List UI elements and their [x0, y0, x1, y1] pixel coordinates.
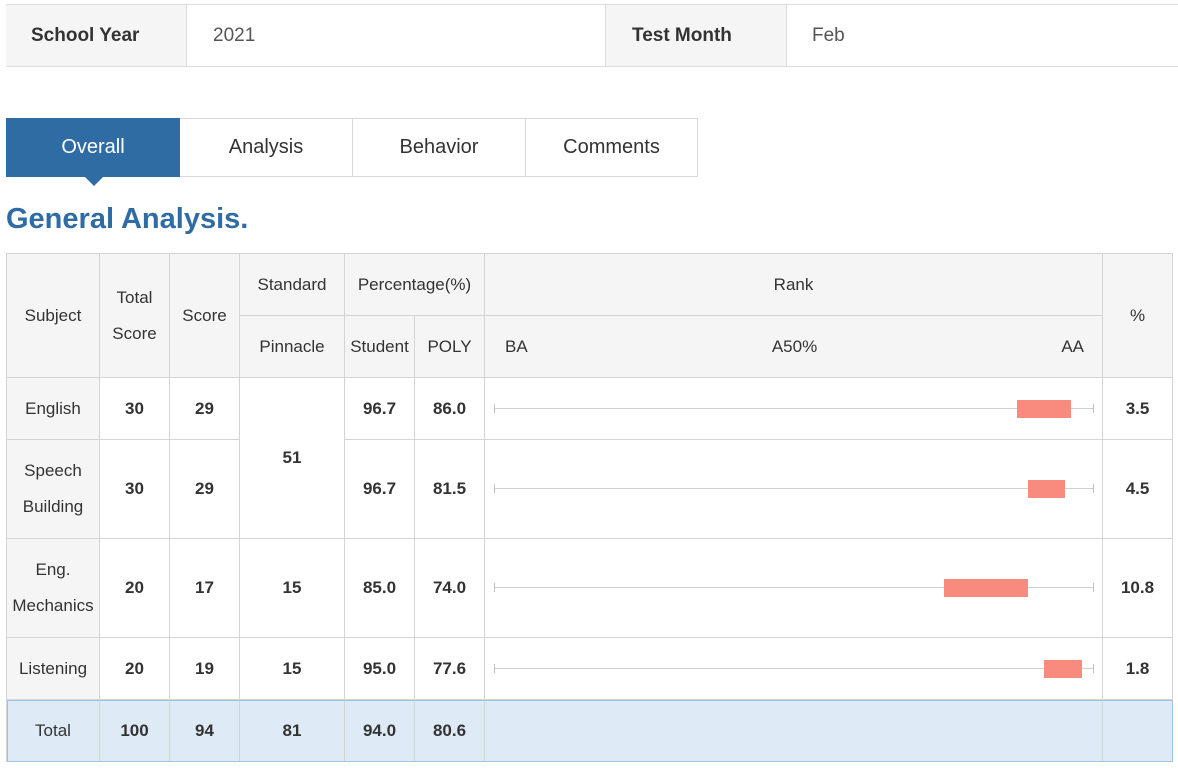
rank-bar	[1028, 480, 1066, 498]
header-percentage: Percentage(%)	[343, 253, 486, 316]
general-analysis-table: Subject Total Score Score Standard Perce…	[6, 253, 1174, 762]
total-row: Total 100 94 81 94.0 80.6	[6, 699, 1174, 762]
total-cell: 30	[99, 439, 170, 539]
header-student: Student	[344, 315, 415, 378]
header-poly: POLY	[413, 315, 486, 378]
subject-cell: English	[6, 377, 100, 440]
header-rank-scale: BA A50% AA	[484, 315, 1104, 378]
standard-cell: 15	[239, 637, 345, 700]
poly-cell: 77.6	[413, 637, 486, 700]
header-score: Score	[169, 253, 240, 378]
table-row: Eng. Mechanics 20 17 15 85.0 74.0 10.8	[6, 538, 1174, 638]
pct-cell: 4.5	[1102, 439, 1174, 539]
total-standard-cell: 81	[239, 699, 345, 762]
test-month-label: Test Month	[606, 5, 786, 66]
total-total-cell: 100	[99, 699, 170, 762]
subject-name: Eng.	[35, 560, 71, 579]
table-row: Speech Building 30 29 96.7 81.5 4.5	[6, 439, 1174, 539]
school-year-label: School Year	[6, 5, 186, 66]
subject-name: Speech	[24, 461, 82, 480]
poly-cell: 86.0	[413, 377, 486, 440]
rank-tick-left	[494, 403, 496, 413]
score-cell: 29	[169, 377, 240, 440]
score-cell: 19	[169, 637, 240, 700]
rank-tick-right	[1093, 403, 1095, 413]
total-score-cell: 94	[169, 699, 240, 762]
total-cell: 20	[99, 637, 170, 700]
rank-bar	[1017, 399, 1072, 418]
header-standard: Standard	[239, 253, 345, 316]
tab-behavior[interactable]: Behavior	[353, 118, 526, 177]
tab-bar: Overall Analysis Behavior Comments	[6, 118, 698, 186]
rank-track	[494, 659, 1095, 679]
pct-cell: 1.8	[1102, 637, 1174, 700]
section-title: General Analysis.	[6, 203, 249, 235]
rank-tick-left	[494, 663, 496, 673]
total-rank-cell	[484, 699, 1104, 762]
rank-bar	[944, 579, 1029, 597]
header-total-score-line2: Score	[112, 323, 157, 343]
student-cell: 95.0	[344, 637, 415, 700]
header-pct: %	[1102, 253, 1174, 378]
subject-name-line2: Building	[22, 497, 84, 516]
header-total-score: Total Score	[99, 253, 170, 378]
subject-cell: Listening	[6, 637, 100, 700]
rank-cell	[484, 439, 1104, 539]
total-label: Total	[6, 699, 100, 762]
student-cell: 96.7	[344, 439, 415, 539]
score-cell: 17	[169, 538, 240, 638]
rank-tick-left	[494, 583, 496, 592]
subject-cell: Eng. Mechanics	[6, 538, 100, 638]
subject-name: Listening	[18, 658, 88, 678]
rank-track	[494, 399, 1095, 419]
rank-tick-right	[1093, 484, 1095, 493]
rank-tick-left	[494, 484, 496, 493]
table-row: English 30 29 51 96.7 86.0 3.5	[6, 377, 1174, 539]
pct-cell: 10.8	[1102, 538, 1174, 638]
rank-cell	[484, 538, 1104, 638]
rank-line	[494, 667, 1095, 669]
subject-name: English	[25, 398, 81, 418]
rank-aa-label: AA	[1061, 336, 1085, 356]
student-cell: 85.0	[344, 538, 415, 638]
poly-cell: 81.5	[413, 439, 486, 539]
tab-comments[interactable]: Comments	[526, 118, 698, 177]
rank-a50-label: A50%	[771, 336, 818, 356]
total-student-cell: 94.0	[344, 699, 415, 762]
rank-line	[494, 407, 1095, 409]
rank-bar	[1044, 659, 1082, 678]
table-row: Listening 20 19 15 95.0 77.6 1.8	[6, 637, 1174, 700]
rank-track	[494, 479, 1095, 499]
rank-cell	[484, 637, 1104, 700]
header-total-score-line1: Total	[116, 287, 153, 307]
standard-cell: 15	[239, 538, 345, 638]
rank-tick-right	[1093, 583, 1095, 592]
header-rank: Rank	[484, 253, 1104, 316]
standard-cell: 51	[239, 377, 345, 539]
total-cell: 30	[99, 377, 170, 440]
rank-line	[494, 488, 1095, 489]
rank-ba-label: BA	[505, 336, 528, 356]
rank-track	[494, 578, 1095, 598]
test-month-value: Feb	[786, 5, 1178, 66]
school-year-value: 2021	[186, 5, 606, 66]
total-cell: 20	[99, 538, 170, 638]
tab-analysis[interactable]: Analysis	[180, 118, 353, 177]
header-subject: Subject	[6, 253, 100, 378]
student-cell: 96.7	[344, 377, 415, 440]
pct-cell: 3.5	[1102, 377, 1174, 440]
total-poly-cell: 80.6	[413, 699, 486, 762]
total-pct-cell	[1102, 699, 1174, 762]
info-bar: School Year 2021 Test Month Feb	[6, 4, 1178, 67]
score-cell: 29	[169, 439, 240, 539]
rank-cell	[484, 377, 1104, 440]
poly-cell: 74.0	[413, 538, 486, 638]
subject-cell: Speech Building	[6, 439, 100, 539]
tab-overall[interactable]: Overall	[6, 118, 180, 186]
rank-tick-right	[1093, 663, 1095, 673]
header-pinnacle: Pinnacle	[239, 315, 345, 378]
subject-name-line2: Mechanics	[12, 596, 94, 615]
